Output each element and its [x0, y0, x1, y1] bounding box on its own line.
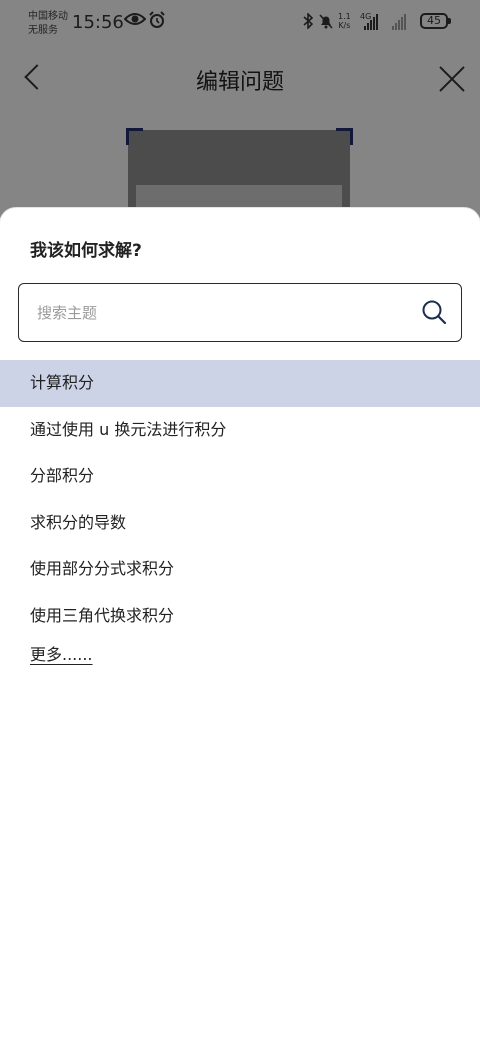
- option-trig-substitution[interactable]: 使用三角代换求积分: [0, 593, 480, 640]
- solve-options-list: 计算积分 通过使用 u 换元法进行积分 分部积分 求积分的导数 使用部分分式求积…: [0, 360, 480, 665]
- more-options-link[interactable]: 更多......: [30, 641, 93, 665]
- option-integration-by-parts[interactable]: 分部积分: [0, 453, 480, 500]
- option-compute-integral[interactable]: 计算积分: [0, 360, 480, 407]
- search-icon[interactable]: [421, 299, 447, 325]
- option-u-substitution[interactable]: 通过使用 u 换元法进行积分: [0, 407, 480, 454]
- option-partial-fractions[interactable]: 使用部分分式求积分: [0, 546, 480, 593]
- solve-method-sheet: 我该如何求解? 计算积分 通过使用 u 换元法进行积分 分部积分 求积分的导数 …: [0, 208, 480, 1040]
- sheet-title: 我该如何求解?: [30, 241, 142, 261]
- option-derivative-of-integral[interactable]: 求积分的导数: [0, 500, 480, 547]
- search-input[interactable]: [35, 284, 419, 342]
- search-box[interactable]: [18, 283, 462, 342]
